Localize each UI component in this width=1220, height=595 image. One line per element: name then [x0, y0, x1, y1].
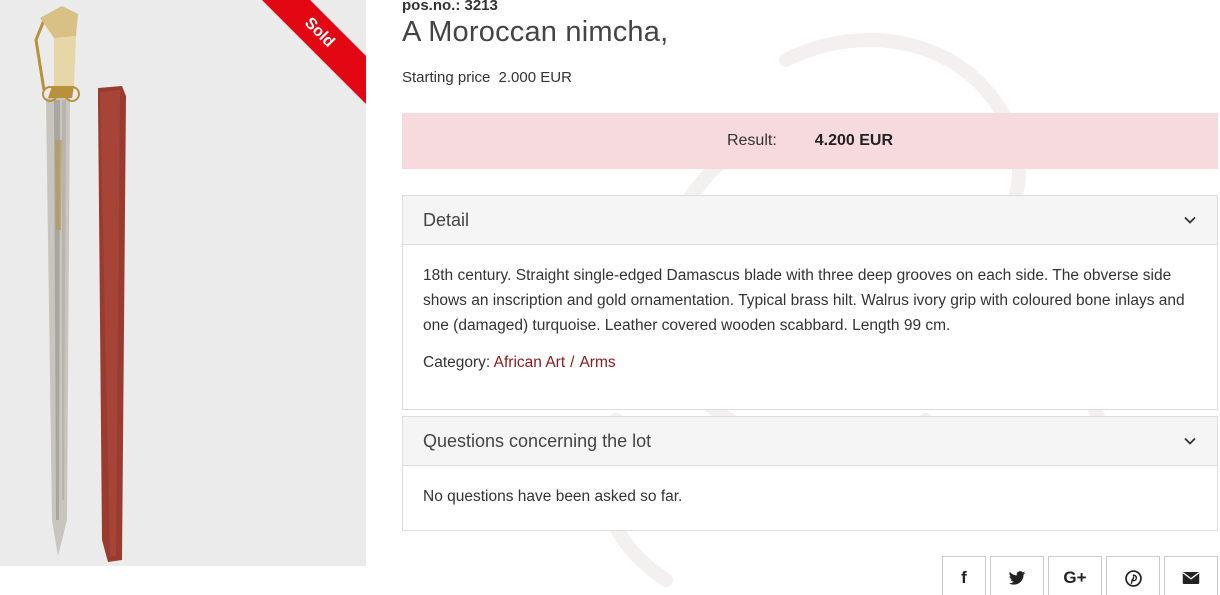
position-number: pos.no.: 3213 — [402, 0, 498, 14]
share-facebook-button[interactable]: f — [942, 556, 986, 595]
lot-description: 18th century. Straight single-edged Dama… — [423, 267, 1185, 334]
share-email-button[interactable] — [1164, 556, 1218, 595]
detail-panel-body: 18th century. Straight single-edged Dama… — [403, 245, 1217, 393]
questions-panel-body: No questions have been asked so far. — [403, 466, 1217, 527]
questions-panel: Questions concerning the lot No question… — [402, 416, 1218, 531]
category-separator: / — [570, 354, 575, 371]
starting-price-label: Starting price — [402, 69, 491, 86]
category-link-arms[interactable]: Arms — [579, 354, 615, 371]
category-line: Category: African Art / Arms — [423, 350, 1197, 375]
questions-heading: Questions concerning the lot — [423, 430, 652, 451]
detail-panel: Detail 18th century. Straight single-edg… — [402, 195, 1218, 410]
category-link-african-art[interactable]: African Art — [494, 354, 566, 371]
share-pinterest-button[interactable] — [1106, 556, 1160, 595]
starting-price: Starting price 2.000 EUR — [402, 69, 572, 86]
position-label: pos.no.: — [402, 0, 461, 14]
share-google-plus-button[interactable]: G+ — [1048, 556, 1102, 595]
pinterest-icon — [1124, 569, 1142, 587]
starting-price-value: 2.000 EUR — [498, 69, 572, 86]
knuckle-guard — [34, 19, 46, 91]
lot-image-panel[interactable]: Sold — [0, 0, 366, 566]
facebook-icon: f — [961, 568, 967, 587]
chevron-down-icon[interactable] — [1183, 434, 1197, 448]
ivory-grip — [54, 36, 76, 86]
no-questions-text: No questions have been asked so far. — [423, 488, 683, 505]
category-label: Category: — [423, 354, 491, 371]
share-bar: f G+ — [942, 556, 1218, 595]
position-value: 3213 — [464, 0, 498, 14]
result-box: Result: 4.200 EUR — [402, 113, 1218, 169]
gold-ornament — [55, 140, 62, 230]
detail-heading: Detail — [423, 209, 470, 230]
lot-title: A Moroccan nimcha, — [402, 16, 669, 48]
detail-panel-header[interactable]: Detail — [403, 196, 1217, 245]
chevron-down-icon[interactable] — [1183, 213, 1197, 227]
result-value: 4.200 EUR — [814, 132, 894, 149]
pommel — [40, 6, 78, 38]
email-icon — [1182, 572, 1200, 584]
questions-panel-header[interactable]: Questions concerning the lot — [403, 417, 1217, 466]
nimcha-sword-image — [34, 6, 126, 562]
twitter-icon — [1008, 570, 1026, 585]
share-twitter-button[interactable] — [990, 556, 1044, 595]
result-label: Result: — [726, 132, 777, 149]
google-plus-icon: G+ — [1063, 568, 1087, 587]
